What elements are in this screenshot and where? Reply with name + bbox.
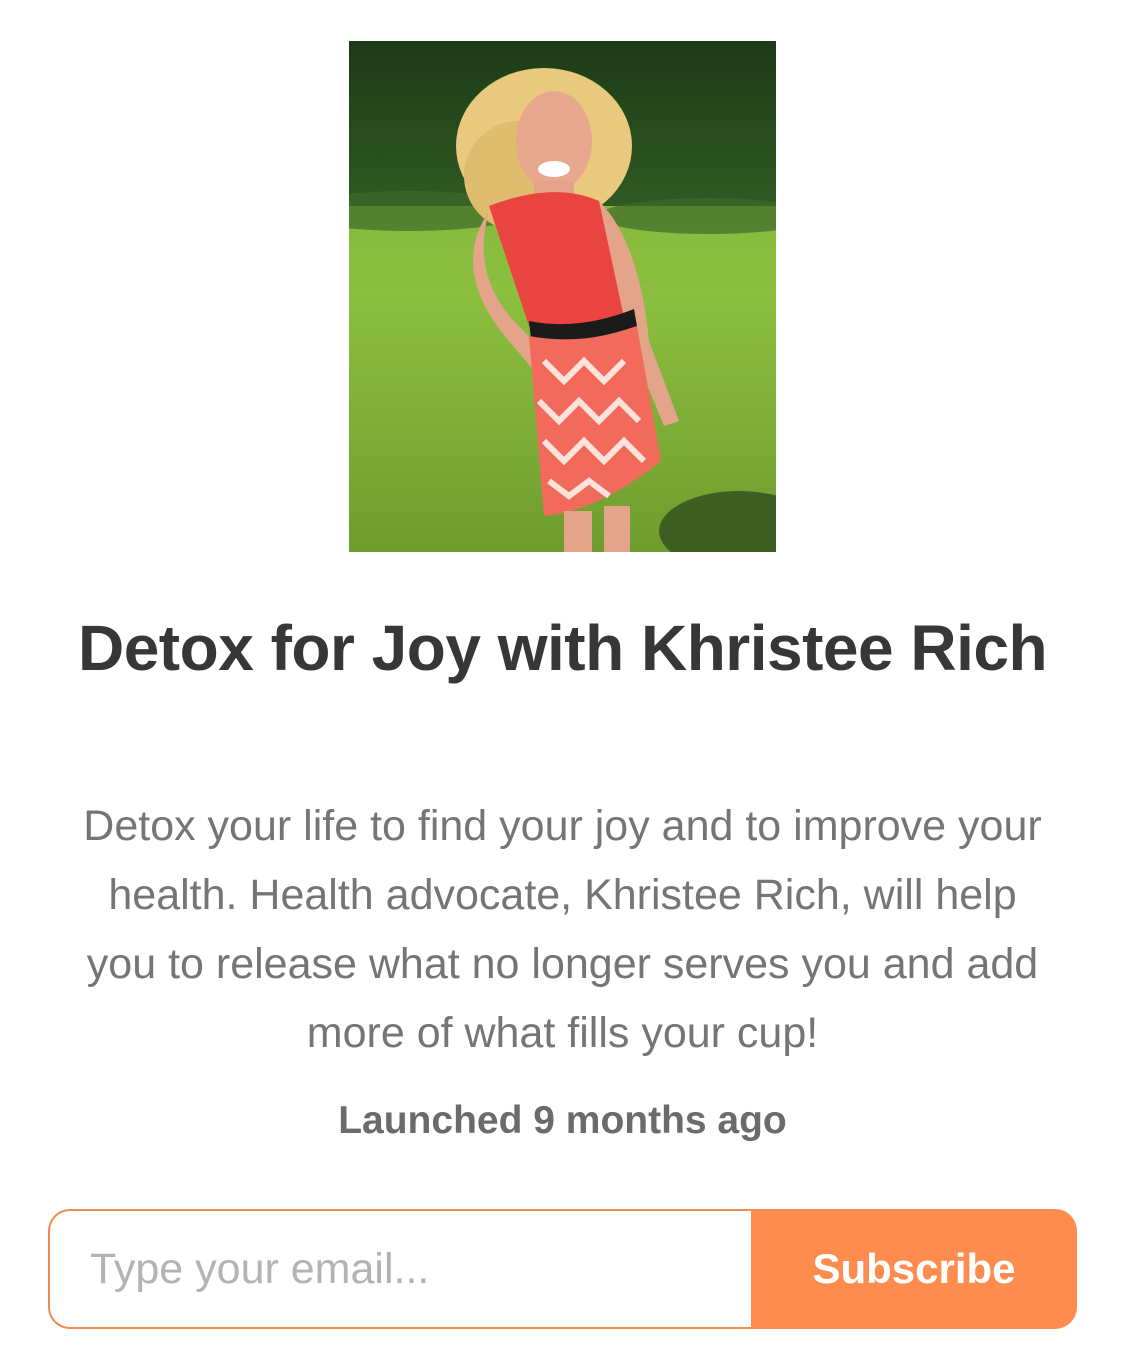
launch-date-text: Launched 9 months ago bbox=[338, 1099, 787, 1142]
podcast-title: Detox for Joy with Khristee Rich bbox=[77, 612, 1048, 684]
subscribe-form: Subscribe bbox=[48, 1209, 1077, 1329]
email-input[interactable] bbox=[48, 1209, 751, 1329]
podcast-description: Detox your life to find your joy and to … bbox=[83, 802, 1042, 1057]
podcast-cover-photo bbox=[349, 41, 776, 552]
subscribe-button[interactable]: Subscribe bbox=[751, 1209, 1077, 1329]
